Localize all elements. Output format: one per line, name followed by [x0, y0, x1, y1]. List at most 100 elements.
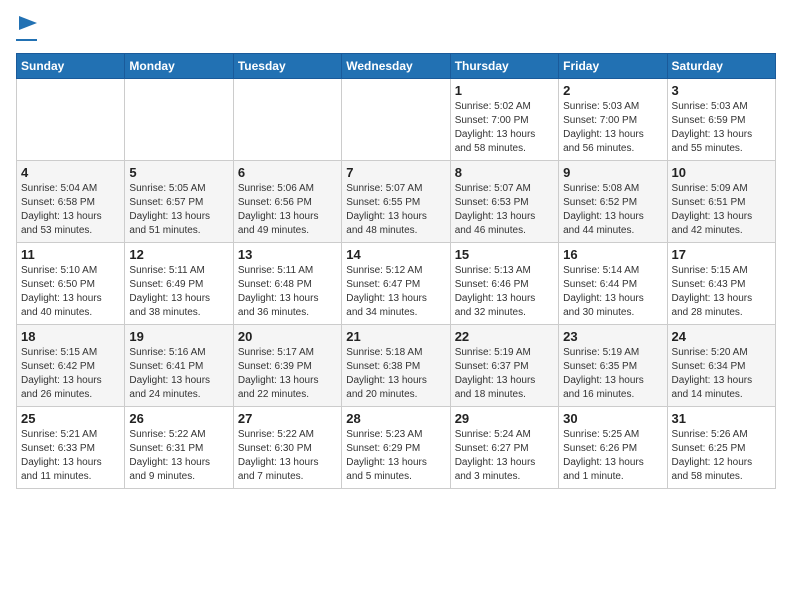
day-number: 11	[21, 247, 120, 262]
day-number: 24	[672, 329, 771, 344]
calendar-cell: 25Sunrise: 5:21 AM Sunset: 6:33 PM Dayli…	[17, 407, 125, 489]
calendar-week-row: 11 Sunrise: 5:10 AM Sunset: 6:50 PM Dayli…	[17, 243, 776, 325]
calendar-cell: 26 Sunrise: 5:22 AM Sunset: 6:31 PM Dayli…	[125, 407, 233, 489]
calendar-cell: 13 Sunrise: 5:11 AM Sunset: 6:48 PM Dayli…	[233, 243, 341, 325]
day-info: Sunrise: 5:11 AM Sunset: 6:49 PM Dayligh…	[129, 264, 228, 320]
calendar-cell: 30Sunrise: 5:25 AM Sunset: 6:26 PM Dayli…	[559, 407, 667, 489]
calendar-cell: 14Sunrise: 5:12 AM Sunset: 6:47 PM Dayli…	[342, 243, 450, 325]
day-info: Sunrise: 5:23 AM Sunset: 6:29 PM Dayligh…	[346, 428, 445, 484]
calendar-cell: 29 Sunrise: 5:24 AM Sunset: 6:27 PM Dayli…	[450, 407, 558, 489]
day-number: 28	[346, 411, 445, 426]
day-number: 17	[672, 247, 771, 262]
calendar-cell: 22 Sunrise: 5:19 AM Sunset: 6:37 PM Dayli…	[450, 325, 558, 407]
day-info: Sunrise: 5:20 AM Sunset: 6:34 PM Dayligh…	[672, 346, 771, 402]
calendar-week-row: 18 Sunrise: 5:15 AM Sunset: 6:42 PM Dayli…	[17, 325, 776, 407]
day-number: 15	[455, 247, 554, 262]
calendar-cell	[17, 79, 125, 161]
day-number: 10	[672, 165, 771, 180]
calendar-cell: 24 Sunrise: 5:20 AM Sunset: 6:34 PM Dayli…	[667, 325, 775, 407]
day-number: 31	[672, 411, 771, 426]
page-header	[16, 16, 776, 41]
calendar-cell: 12 Sunrise: 5:11 AM Sunset: 6:49 PM Dayli…	[125, 243, 233, 325]
day-number: 27	[238, 411, 337, 426]
calendar-cell: 5 Sunrise: 5:05 AM Sunset: 6:57 PM Daylig…	[125, 161, 233, 243]
calendar-week-row: 4 Sunrise: 5:04 AM Sunset: 6:58 PM Daylig…	[17, 161, 776, 243]
day-number: 20	[238, 329, 337, 344]
day-number: 1	[455, 83, 554, 98]
day-info: Sunrise: 5:19 AM Sunset: 6:35 PM Dayligh…	[563, 346, 662, 402]
day-number: 19	[129, 329, 228, 344]
day-info: Sunrise: 5:03 AM Sunset: 6:59 PM Dayligh…	[672, 100, 771, 156]
calendar-cell: 9 Sunrise: 5:08 AM Sunset: 6:52 PM Daylig…	[559, 161, 667, 243]
day-number: 13	[238, 247, 337, 262]
calendar-cell: 27 Sunrise: 5:22 AM Sunset: 6:30 PM Dayli…	[233, 407, 341, 489]
day-number: 8	[455, 165, 554, 180]
calendar-cell: 1 Sunrise: 5:02 AM Sunset: 7:00 PM Daylig…	[450, 79, 558, 161]
day-number: 9	[563, 165, 662, 180]
day-info: Sunrise: 5:22 AM Sunset: 6:31 PM Dayligh…	[129, 428, 228, 484]
day-info: Sunrise: 5:24 AM Sunset: 6:27 PM Dayligh…	[455, 428, 554, 484]
calendar-week-row: 1 Sunrise: 5:02 AM Sunset: 7:00 PM Daylig…	[17, 79, 776, 161]
logo	[16, 16, 37, 41]
day-info: Sunrise: 5:04 AM Sunset: 6:58 PM Dayligh…	[21, 182, 120, 238]
calendar-cell: 21Sunrise: 5:18 AM Sunset: 6:38 PM Dayli…	[342, 325, 450, 407]
day-info: Sunrise: 5:18 AM Sunset: 6:38 PM Dayligh…	[346, 346, 445, 402]
day-number: 16	[563, 247, 662, 262]
day-number: 18	[21, 329, 120, 344]
calendar-cell: 19 Sunrise: 5:16 AM Sunset: 6:41 PM Dayli…	[125, 325, 233, 407]
calendar-cell: 31 Sunrise: 5:26 AM Sunset: 6:25 PM Dayli…	[667, 407, 775, 489]
day-info: Sunrise: 5:19 AM Sunset: 6:37 PM Dayligh…	[455, 346, 554, 402]
day-info: Sunrise: 5:26 AM Sunset: 6:25 PM Dayligh…	[672, 428, 771, 484]
day-number: 2	[563, 83, 662, 98]
column-header-monday: Monday	[125, 54, 233, 79]
calendar-cell: 23 Sunrise: 5:19 AM Sunset: 6:35 PM Dayli…	[559, 325, 667, 407]
day-info: Sunrise: 5:15 AM Sunset: 6:42 PM Dayligh…	[21, 346, 120, 402]
day-info: Sunrise: 5:05 AM Sunset: 6:57 PM Dayligh…	[129, 182, 228, 238]
calendar-cell: 18 Sunrise: 5:15 AM Sunset: 6:42 PM Dayli…	[17, 325, 125, 407]
calendar-cell: 7Sunrise: 5:07 AM Sunset: 6:55 PM Daylig…	[342, 161, 450, 243]
day-info: Sunrise: 5:11 AM Sunset: 6:48 PM Dayligh…	[238, 264, 337, 320]
calendar-cell: 28 Sunrise: 5:23 AM Sunset: 6:29 PM Dayli…	[342, 407, 450, 489]
calendar-cell: 3 Sunrise: 5:03 AM Sunset: 6:59 PM Daylig…	[667, 79, 775, 161]
day-number: 22	[455, 329, 554, 344]
day-info: Sunrise: 5:16 AM Sunset: 6:41 PM Dayligh…	[129, 346, 228, 402]
calendar-cell	[233, 79, 341, 161]
logo-flag-icon	[19, 16, 37, 35]
day-number: 5	[129, 165, 228, 180]
column-header-friday: Friday	[559, 54, 667, 79]
day-info: Sunrise: 5:07 AM Sunset: 6:53 PM Dayligh…	[455, 182, 554, 238]
day-info: Sunrise: 5:12 AM Sunset: 6:47 PM Dayligh…	[346, 264, 445, 320]
column-header-tuesday: Tuesday	[233, 54, 341, 79]
day-number: 26	[129, 411, 228, 426]
day-info: Sunrise: 5:22 AM Sunset: 6:30 PM Dayligh…	[238, 428, 337, 484]
day-number: 23	[563, 329, 662, 344]
day-info: Sunrise: 5:02 AM Sunset: 7:00 PM Dayligh…	[455, 100, 554, 156]
day-info: Sunrise: 5:09 AM Sunset: 6:51 PM Dayligh…	[672, 182, 771, 238]
day-info: Sunrise: 5:14 AM Sunset: 6:44 PM Dayligh…	[563, 264, 662, 320]
calendar-cell: 8 Sunrise: 5:07 AM Sunset: 6:53 PM Daylig…	[450, 161, 558, 243]
day-number: 7	[346, 165, 445, 180]
column-header-sunday: Sunday	[17, 54, 125, 79]
calendar-cell: 4 Sunrise: 5:04 AM Sunset: 6:58 PM Daylig…	[17, 161, 125, 243]
calendar-cell: 10 Sunrise: 5:09 AM Sunset: 6:51 PM Dayli…	[667, 161, 775, 243]
day-info: Sunrise: 5:13 AM Sunset: 6:46 PM Dayligh…	[455, 264, 554, 320]
day-info: Sunrise: 5:25 AM Sunset: 6:26 PM Dayligh…	[563, 428, 662, 484]
calendar-week-row: 25Sunrise: 5:21 AM Sunset: 6:33 PM Dayli…	[17, 407, 776, 489]
column-header-thursday: Thursday	[450, 54, 558, 79]
calendar-table: SundayMondayTuesdayWednesdayThursdayFrid…	[16, 53, 776, 489]
day-info: Sunrise: 5:15 AM Sunset: 6:43 PM Dayligh…	[672, 264, 771, 320]
day-info: Sunrise: 5:10 AM Sunset: 6:50 PM Dayligh…	[21, 264, 120, 320]
day-info: Sunrise: 5:17 AM Sunset: 6:39 PM Dayligh…	[238, 346, 337, 402]
column-header-saturday: Saturday	[667, 54, 775, 79]
day-number: 29	[455, 411, 554, 426]
calendar-cell: 15 Sunrise: 5:13 AM Sunset: 6:46 PM Dayli…	[450, 243, 558, 325]
day-number: 3	[672, 83, 771, 98]
calendar-cell: 16 Sunrise: 5:14 AM Sunset: 6:44 PM Dayli…	[559, 243, 667, 325]
calendar-header-row: SundayMondayTuesdayWednesdayThursdayFrid…	[17, 54, 776, 79]
day-info: Sunrise: 5:03 AM Sunset: 7:00 PM Dayligh…	[563, 100, 662, 156]
day-number: 12	[129, 247, 228, 262]
day-info: Sunrise: 5:08 AM Sunset: 6:52 PM Dayligh…	[563, 182, 662, 238]
calendar-cell: 20 Sunrise: 5:17 AM Sunset: 6:39 PM Dayli…	[233, 325, 341, 407]
calendar-cell: 2 Sunrise: 5:03 AM Sunset: 7:00 PM Daylig…	[559, 79, 667, 161]
day-number: 4	[21, 165, 120, 180]
